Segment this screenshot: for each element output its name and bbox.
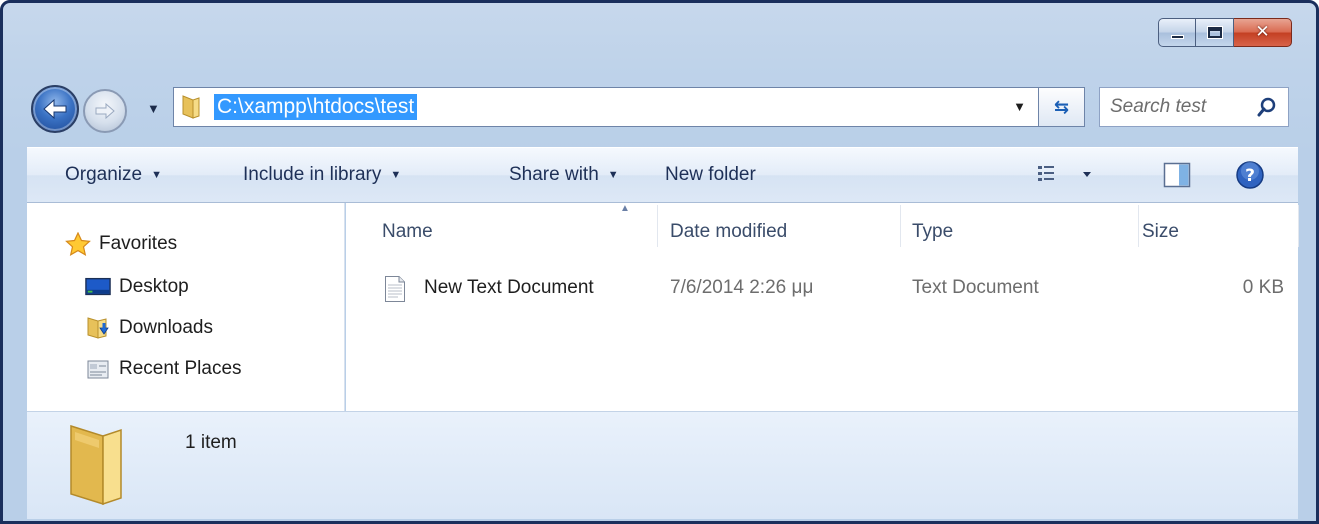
column-header-name[interactable]: Name: [382, 221, 433, 243]
star-icon: [65, 232, 91, 256]
desktop-icon: [85, 276, 111, 298]
maximize-button[interactable]: [1196, 18, 1234, 47]
column-header-size[interactable]: Size: [1142, 221, 1179, 243]
forward-button[interactable]: [83, 89, 127, 133]
sidebar-item-recent-places[interactable]: Recent Places: [85, 358, 242, 380]
back-button[interactable]: [31, 85, 79, 133]
file-date-modified: 7/6/2014 2:26 μμ: [670, 277, 814, 298]
search-input[interactable]: [1100, 96, 1250, 118]
close-icon: ✕: [1255, 22, 1270, 42]
new-folder-label: New folder: [665, 164, 756, 185]
close-button[interactable]: ✕: [1234, 18, 1292, 47]
navigation-pane: Favorites Desktop Downloads Recent Place…: [27, 203, 345, 411]
folder-large-icon: [67, 422, 127, 513]
recent-places-icon: [85, 358, 111, 380]
sidebar-item-label: Favorites: [99, 233, 178, 254]
organize-button[interactable]: Organize ▼: [65, 164, 162, 186]
chevron-down-icon: ▼: [390, 169, 402, 181]
sort-ascending-icon: ▲: [620, 203, 630, 214]
sidebar-item-downloads[interactable]: Downloads: [85, 317, 213, 339]
explorer-window: ✕ ▼ C:\xampp\htdocs\test ▼ ⇆ Search test…: [0, 0, 1319, 524]
help-icon: ?: [1236, 161, 1264, 189]
view-options-button[interactable]: [1037, 163, 1095, 190]
forward-arrow-icon: [95, 102, 115, 120]
back-arrow-icon: [43, 98, 67, 120]
address-bar[interactable]: C:\xampp\htdocs\test ▼: [173, 87, 1039, 127]
text-document-icon: [384, 275, 406, 309]
preview-pane-icon: [1163, 162, 1191, 188]
sidebar-item-favorites[interactable]: Favorites: [65, 232, 178, 256]
file-type: Text Document: [912, 277, 1039, 298]
address-dropdown[interactable]: ▼: [1013, 99, 1026, 114]
file-size: 0 KB: [1242, 277, 1284, 298]
recent-pages-dropdown[interactable]: ▼: [147, 101, 160, 116]
include-in-library-button[interactable]: Include in library ▼: [243, 164, 401, 186]
folder-icon: [174, 87, 208, 127]
caption-buttons: ✕: [1158, 18, 1292, 47]
column-header-date-modified[interactable]: Date modified: [670, 221, 787, 243]
preview-pane-button[interactable]: [1163, 162, 1191, 193]
details-pane: 1 item: [27, 411, 1298, 519]
address-path[interactable]: C:\xampp\htdocs\test: [214, 94, 418, 120]
column-divider[interactable]: [1298, 205, 1299, 247]
column-divider[interactable]: [657, 205, 658, 247]
list-view-icon: [1038, 166, 1091, 181]
command-bar: Organize ▼ Include in library ▼ Share wi…: [27, 147, 1298, 203]
svg-text:?: ?: [1245, 166, 1255, 186]
sidebar-item-label: Recent Places: [119, 358, 242, 379]
column-divider[interactable]: [900, 205, 901, 247]
minimize-icon: [1170, 34, 1184, 39]
refresh-icon: ⇆: [1053, 96, 1070, 117]
item-count: 1 item: [185, 432, 237, 453]
sidebar-item-label: Desktop: [119, 276, 189, 297]
file-list: ▲ Name Date modified Type Size New Text …: [346, 203, 1299, 411]
file-row[interactable]: New Text Document 7/6/2014 2:26 μμ Text …: [346, 273, 1298, 309]
share-with-label: Share with: [509, 164, 599, 185]
search-box[interactable]: [1099, 87, 1289, 127]
sidebar-item-desktop[interactable]: Desktop: [85, 276, 189, 298]
minimize-button[interactable]: [1158, 18, 1196, 47]
share-with-button[interactable]: Share with ▼: [509, 164, 619, 186]
chevron-down-icon: ▼: [151, 169, 162, 181]
new-folder-button[interactable]: New folder: [665, 164, 756, 186]
maximize-icon: [1207, 27, 1222, 38]
sidebar-item-label: Downloads: [119, 317, 213, 338]
organize-label: Organize: [65, 164, 143, 185]
file-name: New Text Document: [424, 277, 594, 298]
search-icon[interactable]: [1256, 96, 1278, 118]
chevron-down-icon: ▼: [607, 169, 619, 181]
refresh-button[interactable]: ⇆: [1039, 87, 1085, 127]
column-header-type[interactable]: Type: [912, 221, 953, 243]
help-button[interactable]: ?: [1235, 160, 1265, 195]
column-divider[interactable]: [1138, 205, 1139, 247]
include-in-library-label: Include in library: [243, 164, 382, 185]
downloads-icon: [85, 317, 111, 339]
